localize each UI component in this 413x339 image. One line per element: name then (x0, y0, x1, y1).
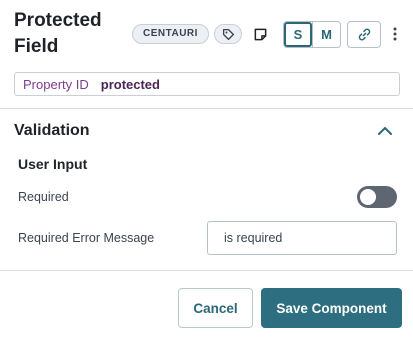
size-toggle-group: S M (283, 21, 341, 48)
header-divider (0, 108, 413, 109)
cancel-button[interactable]: Cancel (178, 288, 253, 328)
more-options-button[interactable] (389, 24, 401, 44)
link-button[interactable] (347, 21, 381, 48)
tag-icon (222, 28, 234, 40)
note-icon (254, 28, 266, 40)
footer-divider (0, 270, 413, 271)
user-input-subtitle: User Input (18, 156, 88, 172)
property-id-row: Property ID protected (14, 72, 400, 96)
property-id-value: protected (100, 76, 160, 92)
link-icon (358, 28, 370, 41)
required-label: Required (18, 190, 69, 204)
component-type-badge: CENTAURI (132, 24, 209, 44)
tag-button[interactable] (214, 24, 242, 44)
save-component-button[interactable]: Save Component (261, 288, 402, 328)
toggle-knob (360, 189, 376, 205)
component-title: Protected Field (14, 10, 102, 57)
property-id-label: Property ID (23, 76, 89, 92)
size-s-button[interactable]: S (284, 22, 312, 47)
required-error-message-label: Required Error Message (18, 231, 155, 245)
required-toggle[interactable] (357, 186, 397, 208)
kebab-menu-icon (393, 27, 397, 41)
chevron-up-icon[interactable] (376, 125, 394, 137)
validation-section-title: Validation (14, 122, 90, 139)
note-button[interactable] (250, 24, 270, 44)
size-m-button[interactable]: M (312, 22, 340, 47)
required-error-message-input[interactable] (207, 221, 397, 255)
